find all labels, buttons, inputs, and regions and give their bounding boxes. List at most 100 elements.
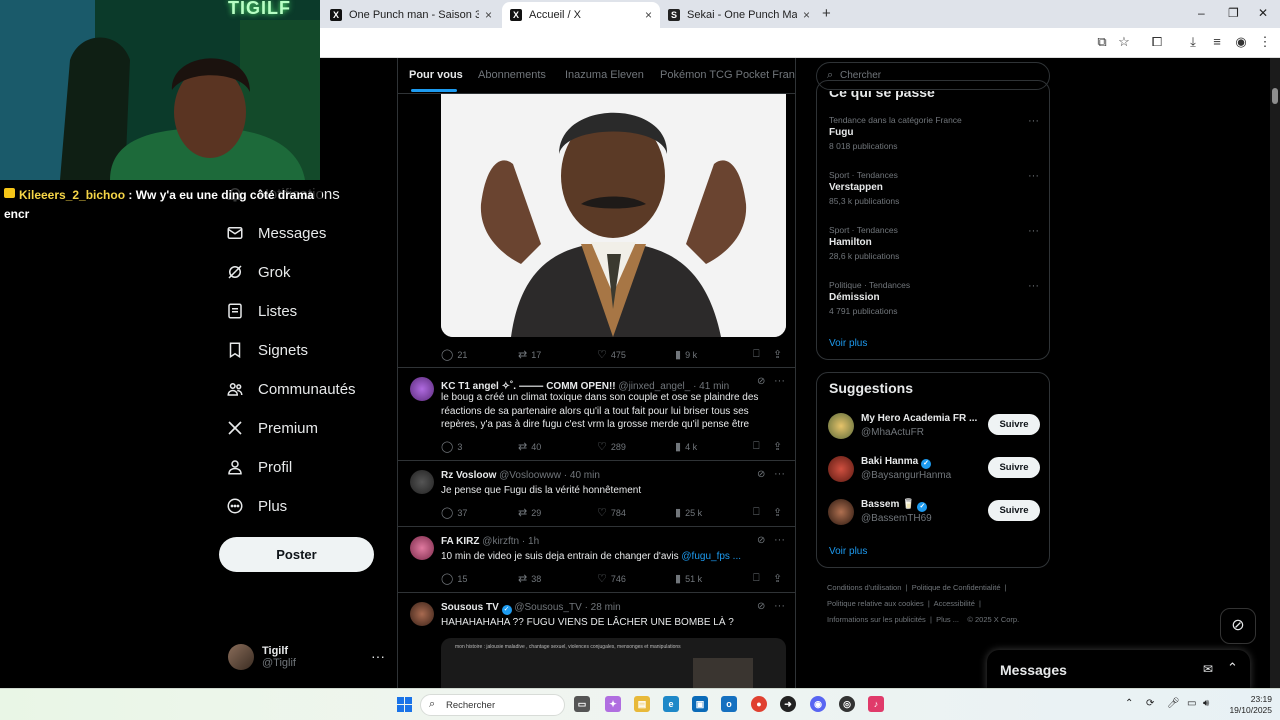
footer-link[interactable]: Accessibilité <box>934 599 975 608</box>
taskbar-search[interactable]: ⌕ Rechercher <box>420 694 565 716</box>
nav-item-lists[interactable]: Listes <box>226 302 297 320</box>
new-tab-button[interactable]: + <box>822 5 831 22</box>
store-icon[interactable]: ▣ <box>692 696 708 712</box>
views-button[interactable]: ▮ 25 k <box>675 506 702 519</box>
trend-item[interactable]: Politique · Tendances Démission 4 791 pu… <box>829 280 1039 316</box>
tweet-video-media[interactable]: mon histoire : jalousie maladive , chant… <box>441 638 786 688</box>
like-button[interactable]: ♡ 746 <box>597 572 626 585</box>
mention-link[interactable]: @fugu_fps ... <box>681 551 741 562</box>
follow-button[interactable]: Suivre <box>988 457 1040 478</box>
repost-button[interactable]: ⇄ 40 <box>518 440 541 453</box>
tab-pour-vous[interactable]: Pour vous <box>409 69 463 81</box>
app-arrow-icon[interactable]: ➜ <box>780 696 796 712</box>
bookmark-button[interactable]: ⎕ <box>753 506 764 519</box>
trend-item[interactable]: Tendance dans la catégorie France Fugu 8… <box>829 115 1039 151</box>
new-message-icon[interactable]: ✉ <box>1203 662 1213 676</box>
share-button[interactable]: ⇪ <box>773 506 786 519</box>
grok-explain-icon[interactable]: ⊘ <box>757 601 765 612</box>
trend-more-icon[interactable]: ··· <box>1028 170 1039 182</box>
volume-icon[interactable]: 🔊︎ <box>1203 698 1209 709</box>
copilot-icon[interactable]: ✦ <box>605 696 621 712</box>
trend-more-icon[interactable]: ··· <box>1028 280 1039 292</box>
tab-pokemon-tcg[interactable]: Pokémon TCG Pocket France <box>660 69 795 81</box>
install-app-icon[interactable]: ⧉ <box>1094 34 1110 50</box>
tweet-more-icon[interactable]: ··· <box>774 534 785 546</box>
trend-more-icon[interactable]: ··· <box>1028 115 1039 127</box>
tweet-more-icon[interactable]: ··· <box>774 375 785 387</box>
tray-sync-icon[interactable]: ⟳ <box>1146 698 1154 709</box>
tweet-fa-kirz[interactable]: FA KIRZ @kirzftn · 1h ⊘ ··· 10 min de vi… <box>398 526 795 592</box>
bookmark-star-icon[interactable]: ☆ <box>1116 34 1132 50</box>
expand-chevron-icon[interactable]: ⌃ <box>1227 660 1238 676</box>
grok-explain-icon[interactable]: ⊘ <box>757 469 765 480</box>
nav-item-premium[interactable]: Premium <box>226 419 318 437</box>
trend-item[interactable]: Sport · Tendances Verstappen 85,3 k publ… <box>829 170 1039 206</box>
reply-button[interactable]: ◯ 15 <box>441 572 467 585</box>
close-window-button[interactable]: ✕ <box>1258 6 1268 20</box>
reply-button[interactable]: ◯ 21 <box>441 348 467 361</box>
repost-button[interactable]: ⇄ 29 <box>518 506 541 519</box>
footer-link[interactable]: Informations sur les publicités <box>827 615 926 624</box>
trend-item[interactable]: Sport · Tendances Hamilton 28,6 k public… <box>829 225 1039 261</box>
microphone-icon[interactable]: 🎤︎ <box>1167 698 1180 709</box>
reading-list-icon[interactable]: ≡ <box>1209 34 1225 49</box>
tweet-more-icon[interactable]: ··· <box>774 468 785 480</box>
tweet-more-icon[interactable]: ··· <box>774 600 785 612</box>
obs-icon[interactable]: ◎ <box>839 696 855 712</box>
close-tab-icon[interactable]: × <box>803 8 810 22</box>
post-button[interactable]: Poster <box>219 537 374 572</box>
outlook-icon[interactable]: o <box>721 696 737 712</box>
network-icon[interactable]: ▭ <box>1187 698 1196 709</box>
share-button[interactable]: ⇪ <box>773 440 786 453</box>
downloads-icon[interactable]: ⤓ <box>1185 34 1201 50</box>
like-button[interactable]: ♡ 475 <box>597 348 626 361</box>
browser-tab-accueil-x[interactable]: X Accueil / X × <box>502 2 660 28</box>
tweet-gif-media[interactable] <box>441 94 786 337</box>
account-more-button[interactable]: ··· <box>371 648 385 664</box>
chrome-icon[interactable]: ● <box>751 696 767 712</box>
reply-button[interactable]: ◯ 37 <box>441 506 467 519</box>
repost-button[interactable]: ⇄ 38 <box>518 572 541 585</box>
tray-chevron-icon[interactable]: ⌃ <box>1125 698 1133 709</box>
browser-tab-one-punch-man-saison-3[interactable]: X One Punch man - Saison 3 | An × <box>322 2 500 28</box>
edge-icon[interactable]: e <box>663 696 679 712</box>
footer-link[interactable]: Politique de Confidentialité <box>912 583 1001 592</box>
account-switcher[interactable]: Tigilf @Tiglif <box>228 644 296 670</box>
file-explorer-icon[interactable]: ▤ <box>634 696 650 712</box>
suggestion-item[interactable]: Baki Hanma ✓ @BaysangurHanma Suivre <box>828 456 1040 486</box>
nav-item-profile[interactable]: Profil <box>226 458 292 476</box>
footer-link[interactable]: Plus ... <box>936 615 959 624</box>
views-button[interactable]: ▮ 4 k <box>675 440 697 453</box>
suggestions-show-more-link[interactable]: Voir plus <box>829 546 867 557</box>
task-view-icon[interactable]: ▭ <box>574 696 590 712</box>
browser-tab-sekai[interactable]: S Sekai - One Punch Man × <box>660 2 818 28</box>
bookmark-button[interactable]: ⎕ <box>753 348 764 361</box>
start-button[interactable] <box>397 697 412 712</box>
browser-menu-icon[interactable]: ⋮ <box>1257 34 1273 50</box>
suggestion-item[interactable]: Bassem 🥛 ✓ @BassemTH69 Suivre <box>828 499 1040 529</box>
close-tab-icon[interactable]: × <box>485 8 492 22</box>
trends-show-more-link[interactable]: Voir plus <box>829 338 867 349</box>
follow-button[interactable]: Suivre <box>988 500 1040 521</box>
extensions-icon[interactable]: ⧠ <box>1149 34 1165 50</box>
suggestion-item[interactable]: My Hero Academia FR ... @MhaActuFR Suivr… <box>828 413 1040 443</box>
discord-icon[interactable]: ◉ <box>810 696 826 712</box>
page-scrollbar[interactable] <box>1270 58 1280 688</box>
grok-explain-icon[interactable]: ⊘ <box>757 535 765 546</box>
footer-link[interactable]: Conditions d'utilisation <box>827 583 901 592</box>
nav-item-communities[interactable]: Communautés <box>226 380 356 398</box>
like-button[interactable]: ♡ 784 <box>597 506 626 519</box>
like-button[interactable]: ♡ 289 <box>597 440 626 453</box>
nav-item-more[interactable]: Plus <box>226 497 287 515</box>
trend-more-icon[interactable]: ··· <box>1028 225 1039 237</box>
maximize-window-button[interactable]: ❐ <box>1228 6 1239 20</box>
reply-button[interactable]: ◯ 3 <box>441 440 462 453</box>
footer-link[interactable]: Politique relative aux cookies <box>827 599 924 608</box>
profile-icon[interactable]: ◉ <box>1233 34 1249 50</box>
nav-item-grok[interactable]: Grok <box>226 263 291 281</box>
tiktok-icon[interactable]: ♪ <box>868 696 884 712</box>
tab-abonnements[interactable]: Abonnements <box>478 69 546 81</box>
grok-floating-button[interactable]: ⊘ <box>1220 608 1256 644</box>
share-button[interactable]: ⇪ <box>773 348 786 361</box>
views-button[interactable]: ▮ 9 k <box>675 348 697 361</box>
